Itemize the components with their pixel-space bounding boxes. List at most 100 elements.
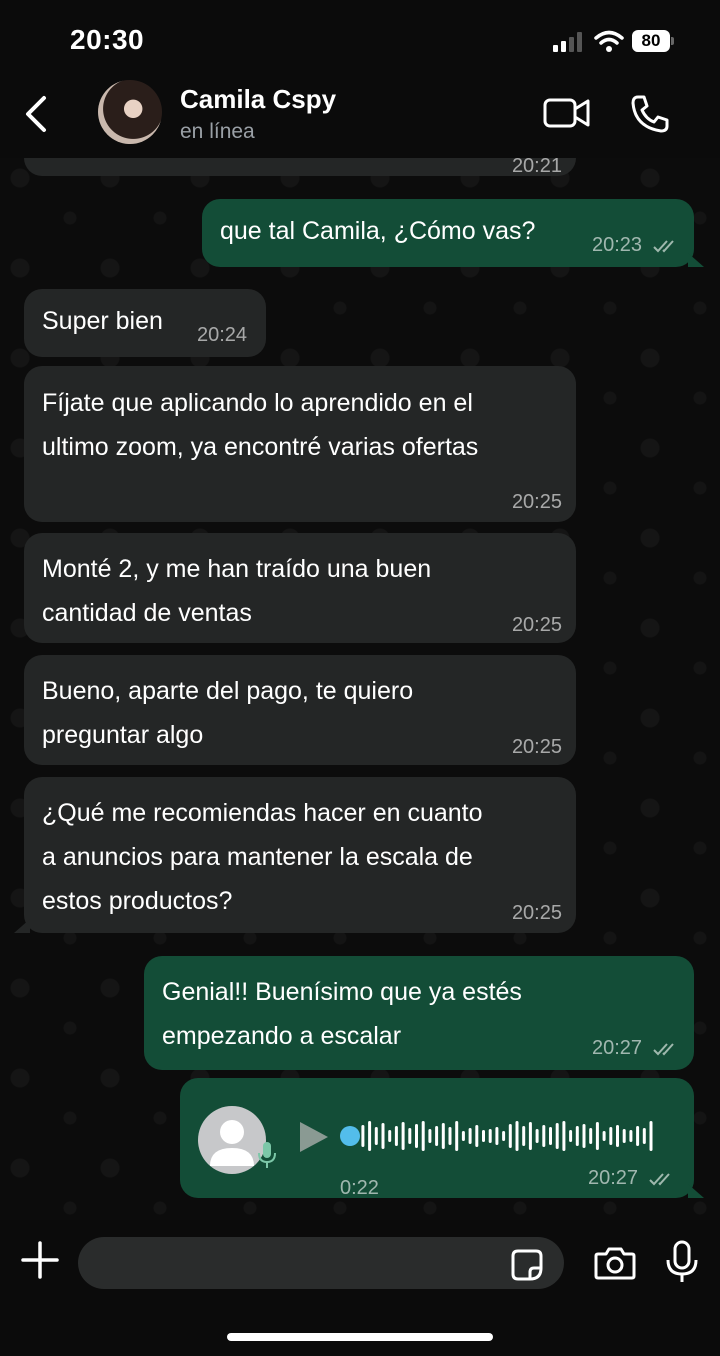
waveform-bar — [569, 1130, 573, 1142]
waveform-bar — [435, 1126, 439, 1146]
message-bubble-incoming[interactable]: Fíjate que aplicando lo aprendido en el … — [24, 366, 576, 522]
waveform-bar — [629, 1130, 633, 1142]
waveform-bar — [595, 1122, 599, 1150]
contact-avatar[interactable] — [98, 80, 162, 144]
message-bubble-outgoing[interactable]: Genial!! Buenísimo que ya estés empezand… — [144, 956, 694, 1070]
contact-status: en línea — [180, 120, 255, 143]
waveform-bar — [575, 1126, 579, 1146]
waveform-bar — [602, 1131, 606, 1141]
microphone-icon — [666, 1240, 698, 1282]
voice-call-button[interactable] — [630, 94, 670, 134]
wifi-icon — [594, 30, 624, 52]
waveform-bar — [535, 1129, 539, 1143]
waveform-bar — [428, 1129, 432, 1143]
message-text: Super bien — [42, 307, 163, 335]
waveform-bar — [468, 1128, 472, 1144]
message-bubble-incoming[interactable]: Monté 2, y me han traído una buen cantid… — [24, 533, 576, 643]
waveform-bar — [542, 1125, 546, 1147]
cellular-signal-icon — [553, 30, 587, 52]
message-text-line: Monté 2, y me han traído una buen — [42, 555, 432, 583]
waveform-bar — [515, 1121, 519, 1151]
waveform-bar — [475, 1125, 479, 1147]
message-bubble-incoming[interactable]: ¿Qué me recomiendas hacer en cuanto a an… — [14, 777, 576, 933]
chat-area[interactable]: pa 20:21 que tal Camila, ¿Cómo vas? 20:2… — [0, 158, 720, 1220]
waveform-bar — [482, 1130, 485, 1142]
status-time: 20:30 — [70, 24, 145, 55]
battery-icon: 80 — [632, 30, 674, 52]
message-text-line: empezando a escalar — [162, 1022, 402, 1050]
waveform-bar — [582, 1124, 586, 1148]
waveform-bar — [455, 1121, 459, 1151]
video-camera-icon — [543, 98, 590, 128]
message-bubble-incoming[interactable]: Bueno, aparte del pago, te quiero pregun… — [24, 655, 576, 765]
waveform-bar — [408, 1128, 412, 1144]
home-indicator[interactable] — [227, 1333, 493, 1341]
waveform-bar — [622, 1129, 626, 1143]
waveform-bar — [495, 1127, 499, 1145]
waveform-bar — [528, 1122, 532, 1150]
message-time: 20:27 — [588, 1167, 639, 1189]
waveform-bar — [401, 1122, 405, 1150]
message-text-line: Fíjate que aplicando lo aprendido en el — [42, 389, 473, 417]
message-time: 20:25 — [511, 736, 562, 758]
voice-duration: 0:22 — [340, 1177, 379, 1199]
sticker-icon — [511, 1249, 543, 1281]
message-text: que tal Camila, ¿Cómo vas? — [220, 217, 536, 245]
back-button[interactable] — [18, 92, 58, 136]
message-text-line: estos productos? — [42, 887, 233, 915]
waveform-bar — [616, 1125, 619, 1147]
double-check-icon — [652, 240, 674, 253]
message-text-line: cantidad de ventas — [42, 599, 252, 627]
message-text-line: preguntar algo — [42, 721, 204, 749]
waveform-bar — [374, 1127, 378, 1145]
chat-header: Camila Cspy en línea — [0, 80, 720, 158]
waveform-bar — [488, 1129, 492, 1143]
waveform-bar — [522, 1126, 526, 1146]
waveform-bar — [549, 1127, 552, 1145]
double-check-icon — [652, 1043, 674, 1056]
message-meta: 20:23 — [592, 233, 680, 257]
record-voice-button[interactable] — [664, 1240, 700, 1284]
message-time: 20:21 — [511, 158, 562, 177]
waveform-bar — [361, 1125, 365, 1147]
message-text-line: Genial!! Buenísimo que ya estés — [162, 978, 522, 1006]
waveform-bar — [421, 1121, 425, 1151]
waveform-bar — [394, 1126, 398, 1146]
phone-icon — [631, 95, 669, 133]
phone-screen: 20:30 80 Camila Cspy en línea 20:21 que … — [0, 0, 720, 1356]
waveform-bar — [555, 1123, 559, 1149]
waveform-bar — [508, 1124, 512, 1148]
waveform-bar — [636, 1126, 640, 1146]
audio-waveform[interactable] — [340, 1118, 660, 1154]
voice-message-bubble[interactable]: 0:22 20:27 — [180, 1078, 704, 1199]
camera-button[interactable] — [594, 1244, 636, 1282]
waveform-bar — [649, 1121, 653, 1151]
playback-scrubber[interactable] — [340, 1126, 360, 1146]
message-bubble-incoming[interactable]: pa 20:21 — [24, 158, 576, 177]
sticker-button[interactable] — [510, 1248, 544, 1282]
play-icon — [300, 1122, 328, 1152]
waveform-bar — [415, 1124, 418, 1148]
microphone-badge-icon — [256, 1140, 278, 1170]
video-call-button[interactable] — [543, 96, 591, 130]
camera-icon — [594, 1247, 636, 1280]
chevron-left-icon — [26, 96, 46, 132]
waveform-bar — [502, 1131, 506, 1141]
waveform-bar — [642, 1128, 646, 1144]
status-bar: 20:30 80 — [0, 0, 720, 80]
waveform-bar — [441, 1123, 445, 1149]
attach-button[interactable] — [20, 1240, 60, 1280]
waveform-bar — [448, 1127, 452, 1145]
waveform-bar — [609, 1127, 613, 1145]
waveform-bar — [589, 1128, 593, 1144]
waveform-bar — [562, 1121, 566, 1151]
waveform-bar — [381, 1123, 385, 1149]
contact-name[interactable]: Camila Cspy — [180, 84, 336, 115]
message-input[interactable] — [78, 1237, 564, 1289]
message-bubble-incoming[interactable]: Super bien 20:24 — [24, 289, 266, 357]
message-bubble-outgoing[interactable]: que tal Camila, ¿Cómo vas? 20:23 — [202, 199, 704, 267]
message-meta: 20:27 — [588, 1166, 676, 1190]
message-meta: 20:27 — [592, 1036, 680, 1060]
waveform-bar — [461, 1131, 465, 1141]
play-button[interactable] — [296, 1120, 330, 1154]
